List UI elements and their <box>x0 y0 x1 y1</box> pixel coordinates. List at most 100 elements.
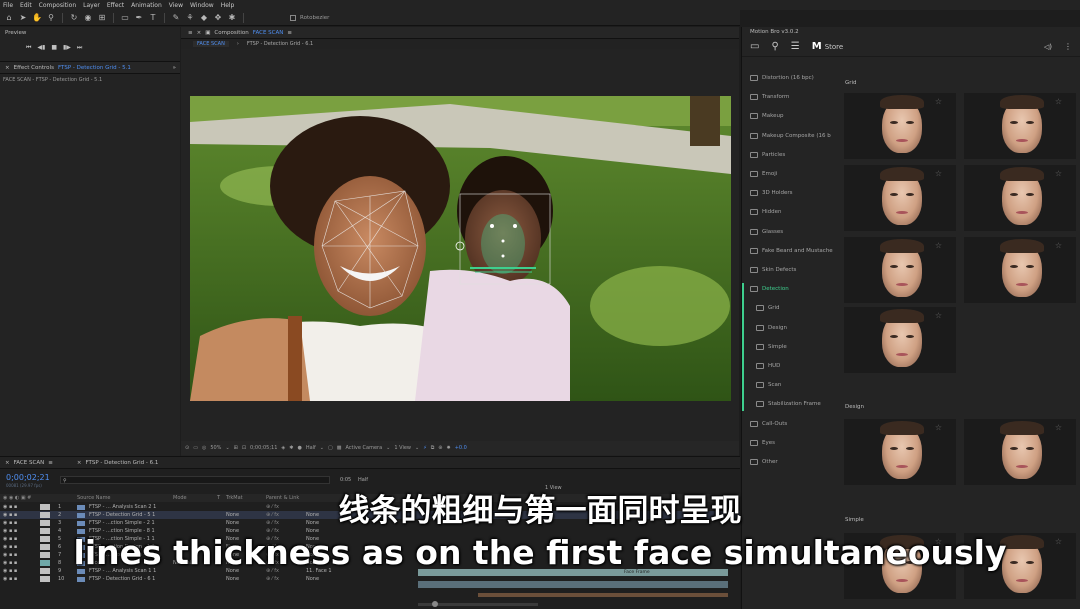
preset-thumbnail[interactable]: ☆ <box>964 237 1076 303</box>
camera-select[interactable]: Active Camera <box>345 445 382 451</box>
volume-icon[interactable]: ◁) <box>1044 43 1052 51</box>
exposure-icon[interactable]: ✹ <box>447 445 451 451</box>
layer-trkmat[interactable]: None <box>226 576 266 582</box>
hand-tool-icon[interactable]: ✋ <box>32 13 42 23</box>
more-icon[interactable]: ⋮ <box>1064 42 1072 51</box>
eraser-tool-icon[interactable]: ◆ <box>199 13 209 23</box>
preset-thumbnail[interactable]: ☆ <box>844 93 956 159</box>
favorite-star-icon[interactable]: ☆ <box>935 311 942 320</box>
label-color-swatch[interactable] <box>40 576 50 582</box>
menu-item-layer[interactable]: Layer <box>83 2 100 9</box>
color-icon[interactable]: ● <box>297 445 301 451</box>
favorite-star-icon[interactable]: ☆ <box>1055 169 1062 178</box>
category-item[interactable]: Grid <box>756 302 780 314</box>
category-item[interactable]: Detection <box>750 283 789 295</box>
menu-item-window[interactable]: Window <box>190 2 214 9</box>
3d-icon[interactable]: ⊕ <box>438 445 442 451</box>
preset-thumbnail[interactable]: ☆ <box>964 165 1076 231</box>
category-item[interactable]: 3D Holders <box>750 187 793 199</box>
timeline-search-input[interactable]: ⚲ <box>60 476 330 484</box>
grid-icon[interactable]: ⊞ <box>234 445 238 451</box>
sliders-icon[interactable]: ☰ <box>791 41 800 52</box>
category-item[interactable]: Other <box>750 456 778 468</box>
region-of-interest-icon[interactable]: ▢ <box>328 445 333 451</box>
preset-thumbnail[interactable]: ☆ <box>844 419 956 485</box>
roto-brush-icon[interactable]: ✥ <box>213 13 223 23</box>
category-item[interactable]: Particles <box>750 149 785 161</box>
rotobezier-checkbox[interactable] <box>290 14 296 21</box>
first-frame-icon[interactable]: ⏮ <box>26 44 31 52</box>
close-icon[interactable]: × <box>5 65 10 71</box>
favorite-star-icon[interactable]: ☆ <box>935 97 942 106</box>
category-item[interactable]: Skin Defects <box>750 264 796 276</box>
home-icon[interactable]: ⌂ <box>4 13 14 23</box>
preset-thumbnail[interactable]: ☆ <box>844 237 956 303</box>
category-item[interactable]: Transform <box>750 91 789 103</box>
favorite-star-icon[interactable]: ☆ <box>935 241 942 250</box>
menu-item-animation[interactable]: Animation <box>131 2 162 9</box>
resolution-select[interactable]: Half <box>306 445 316 451</box>
menu-item-edit[interactable]: Edit <box>20 2 32 9</box>
category-item[interactable]: Makeup Composite (16 b <box>750 130 831 142</box>
menu-item-view[interactable]: View <box>169 2 183 9</box>
zoom-slider-handle[interactable] <box>432 601 438 607</box>
monitor-icon[interactable]: ▭ <box>193 445 198 451</box>
category-item[interactable]: Makeup <box>750 110 783 122</box>
brush-tool-icon[interactable]: ✎ <box>171 13 181 23</box>
region-icon[interactable]: ⊡ <box>242 445 246 451</box>
track-bar[interactable] <box>478 593 728 597</box>
category-item[interactable]: HUD <box>756 360 780 372</box>
zoom-tool-icon[interactable]: ⚲ <box>46 13 56 23</box>
track-bar[interactable] <box>418 581 728 588</box>
snapshot-icon[interactable]: ⊙ <box>185 445 189 451</box>
category-item[interactable]: Eyes <box>750 437 775 449</box>
category-item[interactable]: Emoji <box>750 168 777 180</box>
zoom-slider[interactable] <box>418 601 538 607</box>
last-frame-icon[interactable]: ⏭ <box>77 44 82 52</box>
timeline-tab-face-scan[interactable]: FACE SCAN <box>14 460 45 466</box>
close-icon[interactable]: × <box>197 30 202 36</box>
category-item[interactable]: Simple <box>756 341 787 353</box>
clone-tool-icon[interactable]: ⚘ <box>185 13 195 23</box>
tab-detection-grid[interactable]: FTSP - Detection Grid - 6.1 <box>247 41 313 47</box>
menu-item-effect[interactable]: Effect <box>107 2 124 9</box>
favorite-star-icon[interactable]: ☆ <box>935 423 942 432</box>
category-item[interactable]: Glasses <box>750 226 783 238</box>
category-item[interactable]: Scan <box>756 379 781 391</box>
timeline-tab-detection-grid[interactable]: FTSP - Detection Grid - 6.1 <box>85 460 158 466</box>
selection-tool-icon[interactable]: ➤ <box>18 13 28 23</box>
category-item[interactable]: Call-Outs <box>750 418 787 430</box>
type-tool-icon[interactable]: T <box>148 13 158 23</box>
favorite-star-icon[interactable]: ☆ <box>1055 97 1062 106</box>
channel-icon[interactable]: ✱ <box>289 445 293 451</box>
category-item[interactable]: Stabilization Frame <box>756 398 821 410</box>
mask-tool-icon[interactable]: ▭ <box>120 13 130 23</box>
layer-name[interactable]: FTSP - Detection Grid - 6 1 <box>89 576 173 582</box>
menu-icon[interactable]: ≡ <box>48 460 53 466</box>
views-select[interactable]: 1 View <box>394 445 411 451</box>
tab-face-scan[interactable]: FACE SCAN <box>193 41 229 47</box>
category-item[interactable]: Fake Beard and Mustache <box>750 245 833 257</box>
favorite-star-icon[interactable]: ☆ <box>935 169 942 178</box>
rotate-tool-icon[interactable]: ↻ <box>69 13 79 23</box>
flowchart-icon[interactable]: ⧉ <box>431 445 435 451</box>
play-icon[interactable]: ■ <box>51 44 57 52</box>
favorite-star-icon[interactable]: ☆ <box>1055 423 1062 432</box>
menu-item-file[interactable]: File <box>3 2 13 9</box>
zoom-select[interactable]: 50% <box>210 445 221 451</box>
preset-thumbnail[interactable]: ☆ <box>964 93 1076 159</box>
close-icon[interactable]: × <box>77 460 82 466</box>
comp-menu-icon[interactable]: ≡ <box>287 30 292 36</box>
category-item[interactable]: Hidden <box>750 206 782 218</box>
folder-icon[interactable]: ▭ <box>750 41 759 52</box>
mask-visibility-icon[interactable]: ◎ <box>202 445 206 451</box>
menu-icon[interactable]: ≡ <box>188 30 193 36</box>
panel-menu-icon[interactable]: » <box>173 65 176 71</box>
store-button[interactable]: M Store <box>812 41 843 52</box>
visibility-icon[interactable]: ◉ ▪ ▪ <box>0 576 40 582</box>
search-icon[interactable]: ⚲ <box>771 41 778 52</box>
category-item[interactable]: Distortion (16 bpc) <box>750 72 814 84</box>
switch-icons[interactable]: ⊕ ⁄ fx <box>266 576 306 582</box>
pen-tool-icon[interactable]: ✒ <box>134 13 144 23</box>
pan-behind-tool-icon[interactable]: ⊞ <box>97 13 107 23</box>
